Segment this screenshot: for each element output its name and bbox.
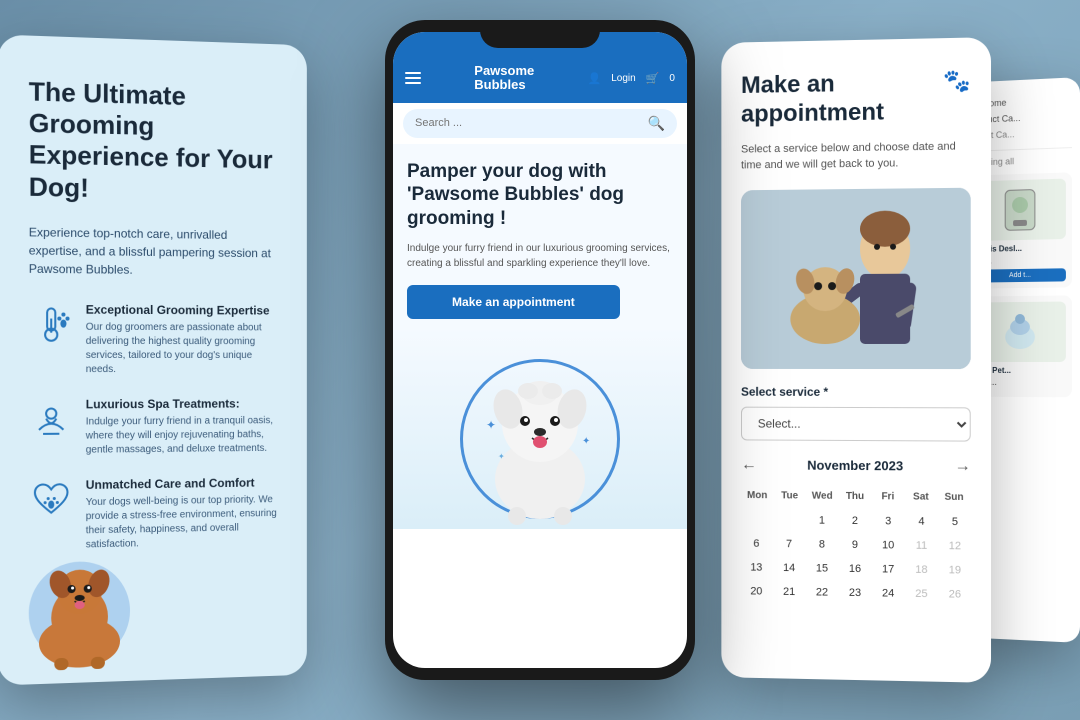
cal-day[interactable]: 22 — [807, 581, 838, 603]
heart-icon — [29, 478, 74, 523]
day-header-sat: Sat — [904, 487, 937, 506]
day-header-thu: Thu — [839, 486, 872, 505]
phone-dog-image-section: ✦ ✦ ✦ — [393, 329, 687, 529]
day-header-tue: Tue — [773, 486, 806, 505]
login-label[interactable]: Login — [611, 73, 635, 84]
left-panel-title: The Ultimate Grooming Experience for You… — [29, 76, 278, 207]
feature-heading-2: Luxurious Spa Treatments: — [86, 396, 278, 411]
cal-day[interactable]: 15 — [807, 557, 838, 579]
calendar-header: ← November 2023 → — [741, 456, 971, 476]
cal-day[interactable]: 11 — [906, 534, 937, 556]
cal-day-empty — [741, 508, 772, 530]
feature-item-2: Luxurious Spa Treatments: Indulge your f… — [29, 396, 278, 458]
feature-heading-1: Exceptional Grooming Expertise — [86, 302, 278, 317]
product-svg-1 — [995, 184, 1045, 235]
hamburger-menu[interactable] — [405, 72, 421, 84]
svg-text:✦: ✦ — [498, 452, 505, 461]
white-dog-image: ✦ ✦ ✦ — [470, 349, 610, 529]
brand-logo: Pawsome Bubbles — [474, 64, 534, 93]
dog-brown-image — [13, 540, 145, 675]
cal-day[interactable]: 3 — [873, 510, 904, 532]
product-svg-2 — [995, 306, 1045, 356]
thermometer-icon — [29, 302, 74, 347]
feature-text-2: Luxurious Spa Treatments: Indulge your f… — [86, 396, 278, 457]
cart-count: 0 — [669, 73, 675, 84]
appointment-content: Make an appointment 🐾 Select a service b… — [721, 37, 991, 626]
prev-month-button[interactable]: ← — [741, 456, 757, 474]
hero-text: Indulge your furry friend in our luxurio… — [407, 241, 673, 271]
phone-panel: Pawsome Bubbles 👤 Login 🛒 0 🔍 Pamper you… — [385, 20, 695, 680]
search-icon[interactable]: 🔍 — [648, 115, 665, 132]
panels-container: The Ultimate Grooming Experience for You… — [0, 0, 1080, 720]
cal-day[interactable]: 5 — [939, 510, 971, 532]
phone-notch — [480, 20, 600, 48]
left-info-panel: The Ultimate Grooming Experience for You… — [0, 35, 307, 686]
svg-text:✦: ✦ — [582, 436, 590, 447]
nav-icons: 👤 Login 🛒 0 — [588, 72, 675, 85]
next-month-button[interactable]: → — [955, 457, 971, 475]
feature-desc-2: Indulge your furry friend in a tranquil … — [86, 414, 278, 457]
left-panel-subtitle: Experience top-notch care, unrivalled ex… — [29, 223, 278, 280]
cal-day[interactable]: 13 — [741, 556, 772, 578]
day-header-fri: Fri — [871, 487, 904, 506]
search-input[interactable] — [415, 117, 640, 129]
cal-day[interactable]: 4 — [906, 510, 937, 532]
appointment-heading: Make an appointment — [741, 68, 943, 129]
select-service-label: Select service * — [741, 384, 971, 398]
cal-day[interactable]: 14 — [774, 557, 805, 579]
cart-icon[interactable]: 🛒 — [646, 72, 660, 85]
service-select-dropdown[interactable]: Select... Bath & Brush Full Groom Nail T… — [741, 406, 971, 441]
phone-screen: Pawsome Bubbles 👤 Login 🛒 0 🔍 Pamper you… — [393, 32, 687, 668]
feature-item-1: Exceptional Grooming Expertise Our dog g… — [29, 302, 278, 377]
calendar: ← November 2023 → Mon Tue Wed Thu Fri Sa… — [741, 456, 971, 606]
cal-day[interactable]: 17 — [873, 558, 904, 580]
appointment-panel: Make an appointment 🐾 Select a service b… — [721, 37, 991, 683]
cal-day[interactable]: 20 — [741, 580, 772, 602]
cal-day[interactable]: 25 — [906, 582, 937, 605]
cal-day[interactable]: 12 — [939, 535, 971, 558]
calendar-month: November 2023 — [807, 458, 903, 474]
feature-text-1: Exceptional Grooming Expertise Our dog g… — [86, 302, 278, 377]
phone-hero-section: Pamper your dog with 'Pawsome Bubbles' d… — [393, 144, 687, 329]
cal-day[interactable]: 2 — [839, 509, 870, 531]
grooming-svg — [741, 187, 971, 368]
paw-icon-appt: 🐾 — [943, 68, 971, 95]
cal-day[interactable]: 21 — [774, 580, 805, 602]
search-bar[interactable]: 🔍 — [403, 109, 677, 138]
cal-day[interactable]: 24 — [873, 582, 904, 605]
hero-heading: Pamper your dog with 'Pawsome Bubbles' d… — [407, 160, 673, 231]
cal-day[interactable]: 1 — [807, 509, 838, 531]
svg-text:✦: ✦ — [486, 418, 496, 432]
cal-day[interactable]: 23 — [839, 581, 870, 603]
cal-day[interactable]: 6 — [741, 532, 772, 554]
user-icon: 👤 — [588, 72, 602, 85]
day-header-wed: Wed — [806, 486, 839, 505]
day-header-mon: Mon — [741, 486, 773, 505]
feature-desc-1: Our dog groomers are passionate about de… — [86, 320, 278, 376]
cal-day[interactable]: 8 — [807, 533, 838, 555]
cal-day[interactable]: 9 — [839, 533, 870, 555]
feature-heading-3: Unmatched Care and Comfort — [86, 475, 278, 492]
appointment-description: Select a service below and choose date a… — [741, 138, 971, 174]
cal-day[interactable]: 10 — [873, 534, 904, 556]
cal-day[interactable]: 18 — [906, 558, 937, 581]
calendar-grid: 1 2 3 4 5 6 7 8 9 10 11 12 13 14 15 — [741, 508, 971, 605]
calendar-days-header: Mon Tue Wed Thu Fri Sat Sun — [741, 486, 971, 507]
cal-day[interactable]: 26 — [939, 583, 971, 606]
cal-day-empty — [774, 509, 805, 531]
cal-day[interactable]: 19 — [939, 559, 971, 582]
grooming-image — [741, 187, 971, 368]
cal-day[interactable]: 7 — [774, 533, 805, 555]
day-header-sun: Sun — [937, 487, 970, 506]
spa-icon — [29, 397, 74, 442]
make-appointment-button[interactable]: Make an appointment — [407, 285, 620, 319]
cal-day[interactable]: 16 — [839, 557, 870, 579]
